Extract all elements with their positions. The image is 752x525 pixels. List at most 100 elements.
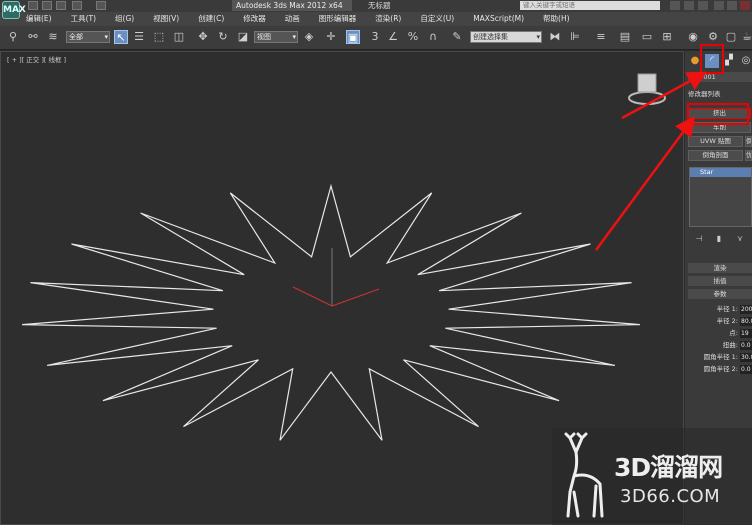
minimize-button[interactable] — [714, 1, 724, 10]
pin-stack-icon[interactable]: ⊣ — [694, 234, 704, 244]
watermark: 3D溜溜网 3D66.COM — [552, 428, 752, 525]
parameters-rollout[interactable]: 参数 — [688, 289, 752, 299]
reference-coord-dropdown[interactable]: 视图 — [254, 31, 298, 43]
param-label: 点: — [729, 329, 738, 337]
selection-filter-dropdown[interactable]: 全部 — [66, 31, 110, 43]
link-icon[interactable]: ⚲ — [6, 30, 20, 44]
search-icon[interactable] — [670, 1, 680, 10]
render-production-icon[interactable]: ☕ — [740, 30, 752, 44]
watermark-domain: 3D66.COM — [620, 486, 721, 507]
menu-bar: 编辑(E) 工具(T) 组(G) 视图(V) 创建(C) 修改器 动画 图形编辑… — [0, 12, 752, 26]
snaps-toggle-icon[interactable]: 3 — [368, 30, 382, 44]
move-icon[interactable]: ✥ — [196, 30, 210, 44]
menu-animation[interactable]: 动画 — [285, 12, 300, 26]
layer-manager-icon[interactable]: ≡ — [594, 30, 608, 44]
param-points-input[interactable]: 19 — [740, 329, 752, 338]
app-window: MAX Autodesk 3ds Max 2012 x64 无标题 编辑(E) … — [0, 0, 752, 525]
bevel-profile-button[interactable]: 倒角剖面 — [688, 150, 743, 161]
save-file-icon[interactable] — [56, 1, 66, 10]
menu-customize[interactable]: 自定义(U) — [420, 12, 454, 26]
param-radius-2: 半径 2: 80.0 — [685, 316, 752, 327]
material-editor-icon[interactable]: ◉ — [686, 30, 700, 44]
menu-tools[interactable]: 工具(T) — [71, 12, 96, 26]
title-bar: MAX Autodesk 3ds Max 2012 x64 无标题 — [0, 0, 752, 19]
interpolation-rollout[interactable]: 插值 — [688, 276, 752, 286]
bind-space-warp-icon[interactable]: ≋ — [46, 30, 60, 44]
param-radius-2-input[interactable]: 80.0 — [740, 317, 752, 326]
app-title: Autodesk 3ds Max 2012 x64 — [232, 0, 352, 11]
main-toolbar: ⚲ ⚯ ≋ 全部 ↖ ☰ ⬚ ◫ ✥ ↻ ◪ 视图 ◈ ✛ ▣ 3 ∠ % ∩ … — [0, 26, 752, 50]
undo-icon[interactable] — [72, 1, 82, 10]
mirror-icon[interactable]: ⧓ — [548, 30, 562, 44]
star-spline[interactable] — [22, 183, 640, 441]
menu-help[interactable]: 帮助(H) — [543, 12, 570, 26]
deer-logo-icon — [564, 432, 604, 518]
transform-gizmo[interactable] — [292, 248, 380, 307]
bevel-button[interactable]: 倒角 — [745, 136, 752, 147]
param-label: 半径 1: — [716, 305, 738, 313]
configure-sets-icon[interactable]: ⋎ — [735, 234, 745, 244]
menu-views[interactable]: 视图(V) — [153, 12, 179, 26]
watermark-brand: 3D溜溜网 — [614, 453, 723, 482]
param-fillet-radius-1: 圆角半径 1: 30.0 — [685, 352, 752, 363]
param-fillet-radius-2: 圆角半径 2: 0.0 — [685, 364, 752, 375]
param-fillet-radius-1-input[interactable]: 30.0 — [740, 353, 752, 362]
subscription-icon[interactable] — [684, 1, 694, 10]
scale-icon[interactable]: ◪ — [236, 30, 250, 44]
show-end-result-icon[interactable]: ▮ — [714, 234, 724, 244]
app-logo-button[interactable]: MAX — [2, 1, 26, 19]
graphite-tools-icon[interactable]: ▤ — [618, 30, 632, 44]
edit-named-selection-icon[interactable]: ✎ — [450, 30, 464, 44]
rendering-rollout[interactable]: 渲染 — [688, 263, 752, 273]
rotate-icon[interactable]: ↻ — [216, 30, 230, 44]
redo-icon[interactable] — [96, 1, 106, 10]
param-radius-1-input[interactable]: 200 — [740, 305, 752, 314]
param-distortion-input[interactable]: 0.0 — [740, 341, 752, 350]
align-icon[interactable]: ⊫ — [568, 30, 582, 44]
param-radius-1: 半径 1: 200 — [685, 304, 752, 315]
keyboard-shortcut-override-icon[interactable]: ▣ — [346, 30, 360, 44]
modifier-stack[interactable]: Star — [689, 167, 752, 227]
open-file-icon[interactable] — [42, 1, 52, 10]
uvw-map-button[interactable]: UVW 贴图 — [688, 136, 743, 147]
named-selection-dropdown[interactable]: 创建选择集 — [470, 31, 542, 43]
rectangular-selection-icon[interactable]: ⬚ — [152, 30, 166, 44]
motion-tab-icon[interactable]: ◎ — [739, 54, 752, 68]
select-by-name-icon[interactable]: ☰ — [132, 30, 146, 44]
hierarchy-tab-icon[interactable]: ▞ — [722, 54, 736, 68]
angle-snap-icon[interactable]: ∠ — [386, 30, 400, 44]
menu-edit[interactable]: 编辑(E) — [26, 12, 52, 26]
maximize-button[interactable] — [727, 1, 737, 10]
param-fillet-radius-2-input[interactable]: 0.0 — [740, 365, 752, 374]
menu-graph-editors[interactable]: 图形编辑器 — [319, 12, 357, 26]
viewcube[interactable] — [628, 73, 666, 105]
percent-snap-icon[interactable]: % — [406, 30, 420, 44]
spinner-snap-icon[interactable]: ∩ — [426, 30, 440, 44]
param-label: 扭曲: — [722, 341, 738, 349]
optimize-button[interactable]: 优化 — [745, 150, 752, 161]
select-manipulate-icon[interactable]: ✛ — [324, 30, 338, 44]
param-distortion: 扭曲: 0.0 — [685, 340, 752, 351]
unlink-icon[interactable]: ⚯ — [26, 30, 40, 44]
curve-editor-icon[interactable]: ▭ — [640, 30, 654, 44]
pivot-center-icon[interactable]: ◈ — [302, 30, 316, 44]
close-button[interactable] — [740, 1, 750, 10]
menu-maxscript[interactable]: MAXScript(M) — [473, 12, 524, 26]
menu-group[interactable]: 组(G) — [115, 12, 134, 26]
help-icon[interactable] — [698, 1, 708, 10]
modifier-list-dropdown[interactable]: 修改器列表 — [688, 89, 752, 100]
menu-rendering[interactable]: 渲染(R) — [375, 12, 401, 26]
select-object-icon[interactable]: ↖ — [114, 30, 128, 44]
render-setup-icon[interactable]: ⚙ — [706, 30, 720, 44]
new-file-icon[interactable] — [28, 1, 38, 10]
menu-modifiers[interactable]: 修改器 — [243, 12, 266, 26]
rendered-frame-icon[interactable]: ▢ — [724, 30, 738, 44]
schematic-view-icon[interactable]: ⊞ — [660, 30, 674, 44]
param-label: 半径 2: — [716, 317, 738, 325]
param-label: 圆角半径 1: — [703, 353, 738, 361]
param-label: 圆角半径 2: — [703, 365, 738, 373]
menu-create[interactable]: 创建(C) — [198, 12, 224, 26]
stack-item-star[interactable]: Star — [690, 168, 751, 177]
window-crossing-icon[interactable]: ◫ — [172, 30, 186, 44]
search-input[interactable] — [520, 1, 660, 10]
